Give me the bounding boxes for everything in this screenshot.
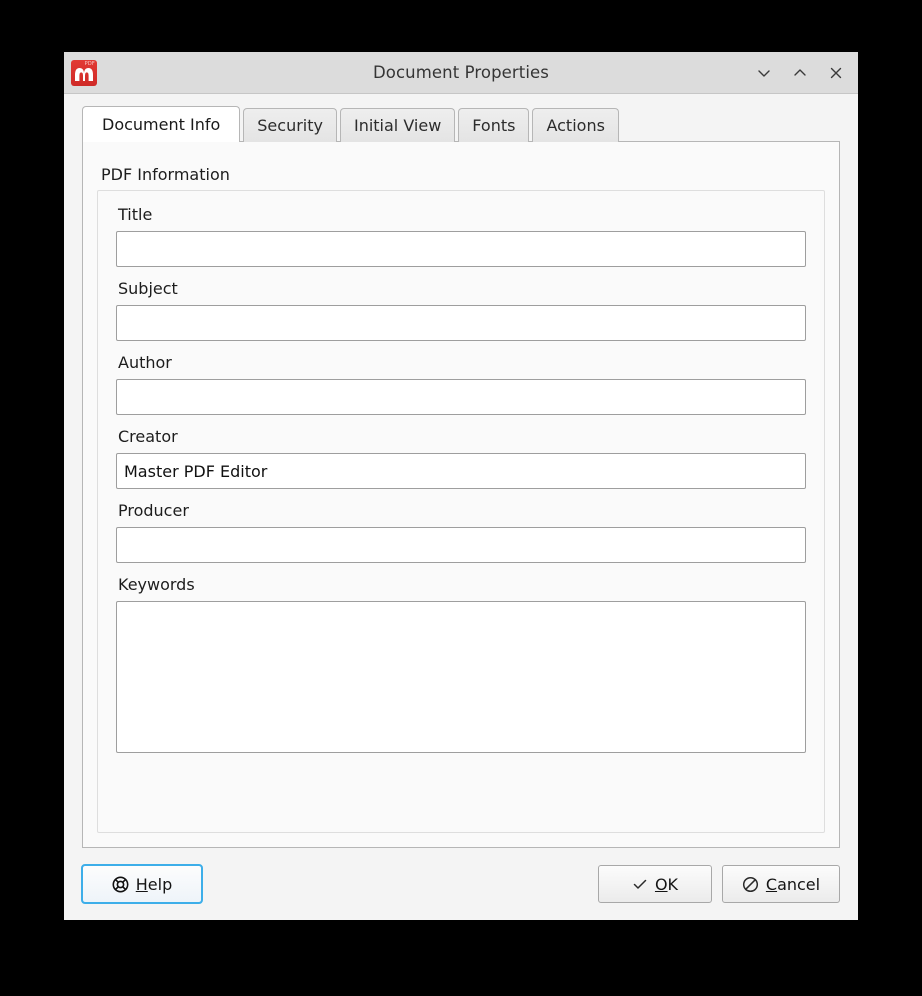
maximize-button[interactable] <box>788 61 812 85</box>
help-rest: elp <box>148 875 172 894</box>
cancel-rest: ancel <box>777 875 820 894</box>
chevron-down-icon <box>756 65 772 81</box>
producer-field-label: Producer <box>118 501 806 521</box>
title-field-label: Title <box>118 205 806 225</box>
window-controls <box>752 61 848 85</box>
tab-security[interactable]: Security <box>243 108 337 142</box>
document-info-panel: PDF Information Title Subject Author Cre… <box>82 141 840 848</box>
author-input[interactable] <box>116 379 806 415</box>
ok-mnemonic: O <box>655 875 668 894</box>
lifebuoy-icon <box>112 876 129 893</box>
tab-bar: Document Info Security Initial View Font… <box>82 106 858 142</box>
subject-field-label: Subject <box>118 279 806 299</box>
tab-initial-view[interactable]: Initial View <box>340 108 455 142</box>
ok-button-label: OK <box>655 875 678 894</box>
title-input[interactable] <box>116 231 806 267</box>
minimize-button[interactable] <box>752 61 776 85</box>
cancel-button[interactable]: Cancel <box>722 865 840 903</box>
check-icon <box>632 876 648 892</box>
chevron-up-icon <box>792 65 808 81</box>
tab-document-info[interactable]: Document Info <box>82 106 240 142</box>
author-field-label: Author <box>118 353 806 373</box>
no-entry-icon <box>742 876 759 893</box>
tab-actions[interactable]: Actions <box>532 108 618 142</box>
creator-input[interactable] <box>116 453 806 489</box>
keywords-textarea[interactable] <box>116 601 806 753</box>
cancel-mnemonic: C <box>766 875 777 894</box>
keywords-field-label: Keywords <box>118 575 806 595</box>
confirm-buttons: OK Cancel <box>598 865 840 903</box>
tab-label: Fonts <box>472 116 515 135</box>
close-button[interactable] <box>824 61 848 85</box>
pdf-information-group-label: PDF Information <box>101 165 230 184</box>
help-button[interactable]: Help <box>82 865 202 903</box>
ok-rest: K <box>668 875 679 894</box>
producer-input[interactable] <box>116 527 806 563</box>
document-properties-dialog: PDF Document Properties <box>64 52 858 920</box>
subject-input[interactable] <box>116 305 806 341</box>
dialog-button-bar: Help OK Cancel <box>64 848 858 920</box>
tab-label: Document Info <box>102 115 220 134</box>
pdf-information-groupbox: Title Subject Author Creator Producer Ke… <box>97 190 825 833</box>
tab-label: Security <box>257 116 323 135</box>
tab-label: Actions <box>546 116 604 135</box>
ok-button[interactable]: OK <box>598 865 712 903</box>
title-bar: PDF Document Properties <box>64 52 858 94</box>
window-title: Document Properties <box>64 63 858 82</box>
help-button-label: Help <box>136 875 172 894</box>
close-icon <box>828 65 844 81</box>
app-icon-m-glyph <box>74 67 94 82</box>
tab-fonts[interactable]: Fonts <box>458 108 529 142</box>
cancel-button-label: Cancel <box>766 875 820 894</box>
help-mnemonic: H <box>136 875 148 894</box>
creator-field-label: Creator <box>118 427 806 447</box>
tab-label: Initial View <box>354 116 441 135</box>
master-pdf-editor-icon: PDF <box>71 60 97 86</box>
